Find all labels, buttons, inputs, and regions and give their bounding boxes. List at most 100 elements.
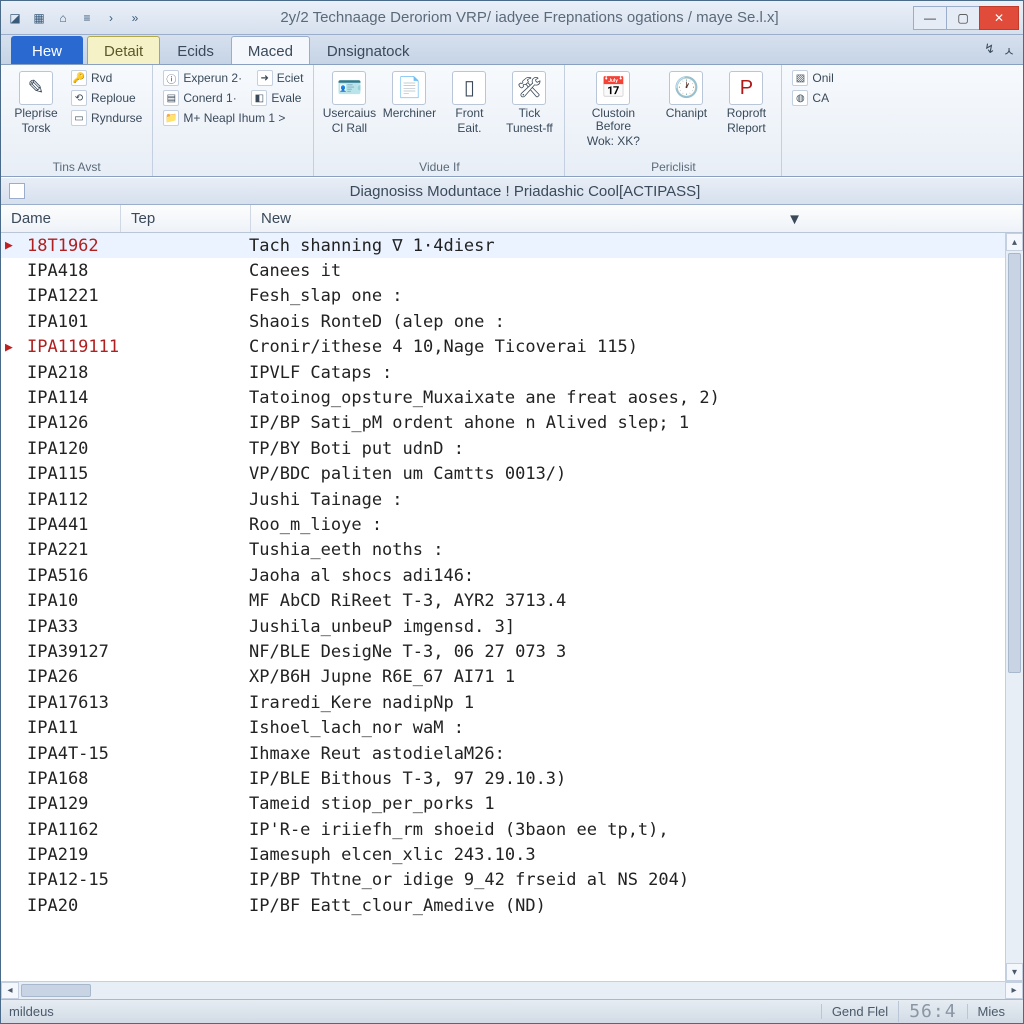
maximize-button[interactable]: ▢ <box>946 6 980 30</box>
table-row[interactable]: IPA39127NF/BLE DesigNe T-3, 06 27 073 3 <box>1 639 1005 664</box>
table-row[interactable]: IPA11Ishoel_lach_nor waM : <box>1 715 1005 740</box>
rvd-button[interactable]: 🔑Rvd <box>69 69 144 87</box>
row-desc: Ishoel_lach_nor waM : <box>249 718 1005 738</box>
table-row[interactable]: ▶18T1962Tach shanning ∇ 1·4diesr <box>1 233 1005 258</box>
tab-detail[interactable]: Detait <box>87 36 160 64</box>
dropdown-icon[interactable]: ▼ <box>787 211 802 228</box>
table-row[interactable]: IPA112Jushi Tainage : <box>1 487 1005 512</box>
table-row[interactable]: IPA219Iamesuph elcen_xlic 243.10.3 <box>1 842 1005 867</box>
qat-icon-2[interactable]: ▦ <box>29 8 49 28</box>
scroll-thumb[interactable] <box>1008 253 1021 673</box>
app-window: ◪ ▦ ⌂ ≡ › » 2y/2 Technaage Deroriom VRP/… <box>0 0 1024 1024</box>
usercaius-button[interactable]: 🪪UsercaiusCl Rall <box>322 69 376 137</box>
status-gend: Gend Flel <box>821 1004 898 1019</box>
scroll-left-icon[interactable]: ◂ <box>1 982 19 999</box>
table-row[interactable]: IPA218IPVLF Cataps : <box>1 360 1005 385</box>
eval-icon: ◧ <box>251 90 267 106</box>
table-row[interactable]: IPA33Jushila_unbeuP imgensd. 3] <box>1 614 1005 639</box>
table-row[interactable]: IPA1162IP'R-e iriiefh_rm shoeid (3baon e… <box>1 817 1005 842</box>
qat-icon-6[interactable]: » <box>125 8 145 28</box>
col-tep[interactable]: Tep <box>121 205 251 232</box>
horizontal-scrollbar[interactable]: ◂ ▸ <box>1 981 1023 999</box>
row-desc: IPVLF Cataps : <box>249 363 1005 383</box>
ribbon-collapse-icon[interactable]: ㅅ <box>1003 41 1015 60</box>
table-row[interactable]: IPA20IP/BF Eatt_clour_Amedive (ND) <box>1 893 1005 918</box>
group-3-label: Vidue If <box>322 158 556 174</box>
ryndurse-button[interactable]: ▭Ryndurse <box>69 109 144 127</box>
roproft-button[interactable]: PRoproftRleport <box>719 69 773 137</box>
table-row[interactable]: IPA26XP/B6H Jupne R6E_67 AI71 1 <box>1 665 1005 690</box>
chart-icon: ▧ <box>792 70 808 86</box>
table-row[interactable]: IPA221Tushia_eeth noths : <box>1 538 1005 563</box>
ca-button[interactable]: ◍CA <box>790 89 835 107</box>
table-row[interactable]: IPA101Shaois RonteD (alep one : <box>1 309 1005 334</box>
group-4-label: Periclisit <box>573 158 773 174</box>
conerd-button[interactable]: ▤Conerd 1· ◧Evale <box>161 89 305 107</box>
hscroll-thumb[interactable] <box>21 984 91 997</box>
onil-button[interactable]: ▧Onil <box>790 69 835 87</box>
table-row[interactable]: IPA115VP/BDC paliten um Camtts 0013/) <box>1 462 1005 487</box>
image-icon: ▭ <box>71 110 87 126</box>
close-button[interactable]: ✕ <box>979 6 1019 30</box>
col-dame[interactable]: Dame <box>1 205 121 232</box>
chanipt-button[interactable]: 🕐Chanipt <box>659 69 713 124</box>
experun-button[interactable]: ⓘExperun 2· ➜Eciet <box>161 69 305 87</box>
table-row[interactable]: IPA126IP/BP Sati_pM ordent ahone n Alive… <box>1 411 1005 436</box>
tab-dnsignatock[interactable]: Dnsignatock <box>310 36 427 64</box>
tick-button[interactable]: 🛠TickTunest-ff <box>502 69 556 137</box>
table-row[interactable]: IPA516Jaoha al shocs adi146: <box>1 563 1005 588</box>
row-desc: NF/BLE DesigNe T-3, 06 27 073 3 <box>249 642 1005 662</box>
table-row[interactable]: IPA441Roo_m_lioye : <box>1 512 1005 537</box>
table-row[interactable]: IPA114Tatoinog_opsture_Muxaixate ane fre… <box>1 385 1005 410</box>
scroll-down-icon[interactable]: ▾ <box>1006 963 1023 981</box>
file-tab[interactable]: Hew <box>11 36 83 64</box>
scroll-up-icon[interactable]: ▴ <box>1006 233 1023 251</box>
ribbon-group-2: ⓘExperun 2· ➜Eciet ▤Conerd 1· ◧Evale 📁M+… <box>153 65 314 176</box>
row-desc: IP/BP Thtne_or idige 9_42 frseid al NS 2… <box>249 870 1005 890</box>
pleprise-button[interactable]: ✎ Pleprise Torsk <box>9 69 63 137</box>
table-row[interactable]: IPA10MF AbCD RiReet T-3, AYR2 3713.4 <box>1 588 1005 613</box>
row-code: IPA219 <box>27 845 249 865</box>
row-code: 18T1962 <box>27 236 249 256</box>
merchiner-button[interactable]: 📄Merchiner <box>382 69 436 124</box>
qat-icon-3[interactable]: ⌂ <box>53 8 73 28</box>
table-row[interactable]: IPA418Canees it <box>1 258 1005 283</box>
table-row[interactable]: IPA4T-15Ihmaxe Reut astodielaM26: <box>1 741 1005 766</box>
neapl-button[interactable]: 📁M+ Neapl Ihum 1 > <box>161 109 305 127</box>
row-desc: TP/BY Boti put udnD : <box>249 439 1005 459</box>
row-desc: Shaois RonteD (alep one : <box>249 312 1005 332</box>
page-icon: ▯ <box>452 71 486 105</box>
row-code: IPA39127 <box>27 642 249 662</box>
qat-icon-5[interactable]: › <box>101 8 121 28</box>
table-row[interactable]: IPA129Tameid stiop_per_porks 1 <box>1 792 1005 817</box>
table-row[interactable]: IPA1221Fesh_slap one : <box>1 284 1005 309</box>
table-row[interactable]: IPA17613Iraredi_Kere nadipNp 1 <box>1 690 1005 715</box>
vertical-scrollbar[interactable]: ▴ ▾ <box>1005 233 1023 981</box>
row-desc: IP/BP Sati_pM ordent ahone n Alived slep… <box>249 413 1005 433</box>
table-row[interactable]: IPA120TP/BY Boti put udnD : <box>1 436 1005 461</box>
clock-icon: 🕐 <box>669 71 703 105</box>
table-row[interactable]: IPA168IP/BLE Bithous T-3, 97 29.10.3) <box>1 766 1005 791</box>
row-desc: Cronir/ithese 4 10,Nage Ticoverai 115) <box>249 337 1005 357</box>
table-row[interactable]: IPA12-15IP/BP Thtne_or idige 9_42 frseid… <box>1 868 1005 893</box>
custom-before-button[interactable]: 📅Clustoin BeforeWok: XK? <box>573 69 653 151</box>
row-desc: Ihmaxe Reut astodielaM26: <box>249 744 1005 764</box>
front-button[interactable]: ▯FrontEait. <box>442 69 496 137</box>
col-new[interactable]: New▼ <box>251 205 1023 232</box>
row-desc: Tatoinog_opsture_Muxaixate ane freat aos… <box>249 388 1005 408</box>
minimize-button[interactable]: — <box>913 6 947 30</box>
qat-icon-4[interactable]: ≡ <box>77 8 97 28</box>
ribbon-pin-icon[interactable]: ↯ <box>984 41 995 60</box>
group-2-label <box>161 172 305 174</box>
table-row[interactable]: ▶IPA119111Cronir/ithese 4 10,Nage Ticove… <box>1 335 1005 360</box>
scroll-right-icon[interactable]: ▸ <box>1005 982 1023 999</box>
window-controls: — ▢ ✕ <box>914 6 1019 30</box>
row-code: IPA26 <box>27 667 249 687</box>
tab-maced[interactable]: Maced <box>231 36 310 64</box>
reploue-button[interactable]: ⟲Reploue <box>69 89 144 107</box>
tab-ecids[interactable]: Ecids <box>160 36 231 64</box>
row-desc: MF AbCD RiReet T-3, AYR2 3713.4 <box>249 591 1005 611</box>
qat-icon-1[interactable]: ◪ <box>5 8 25 28</box>
row-desc: IP'R-e iriiefh_rm shoeid (3baon ee tp,t)… <box>249 820 1005 840</box>
list[interactable]: ▶18T1962Tach shanning ∇ 1·4diesrIPA418Ca… <box>1 233 1005 981</box>
